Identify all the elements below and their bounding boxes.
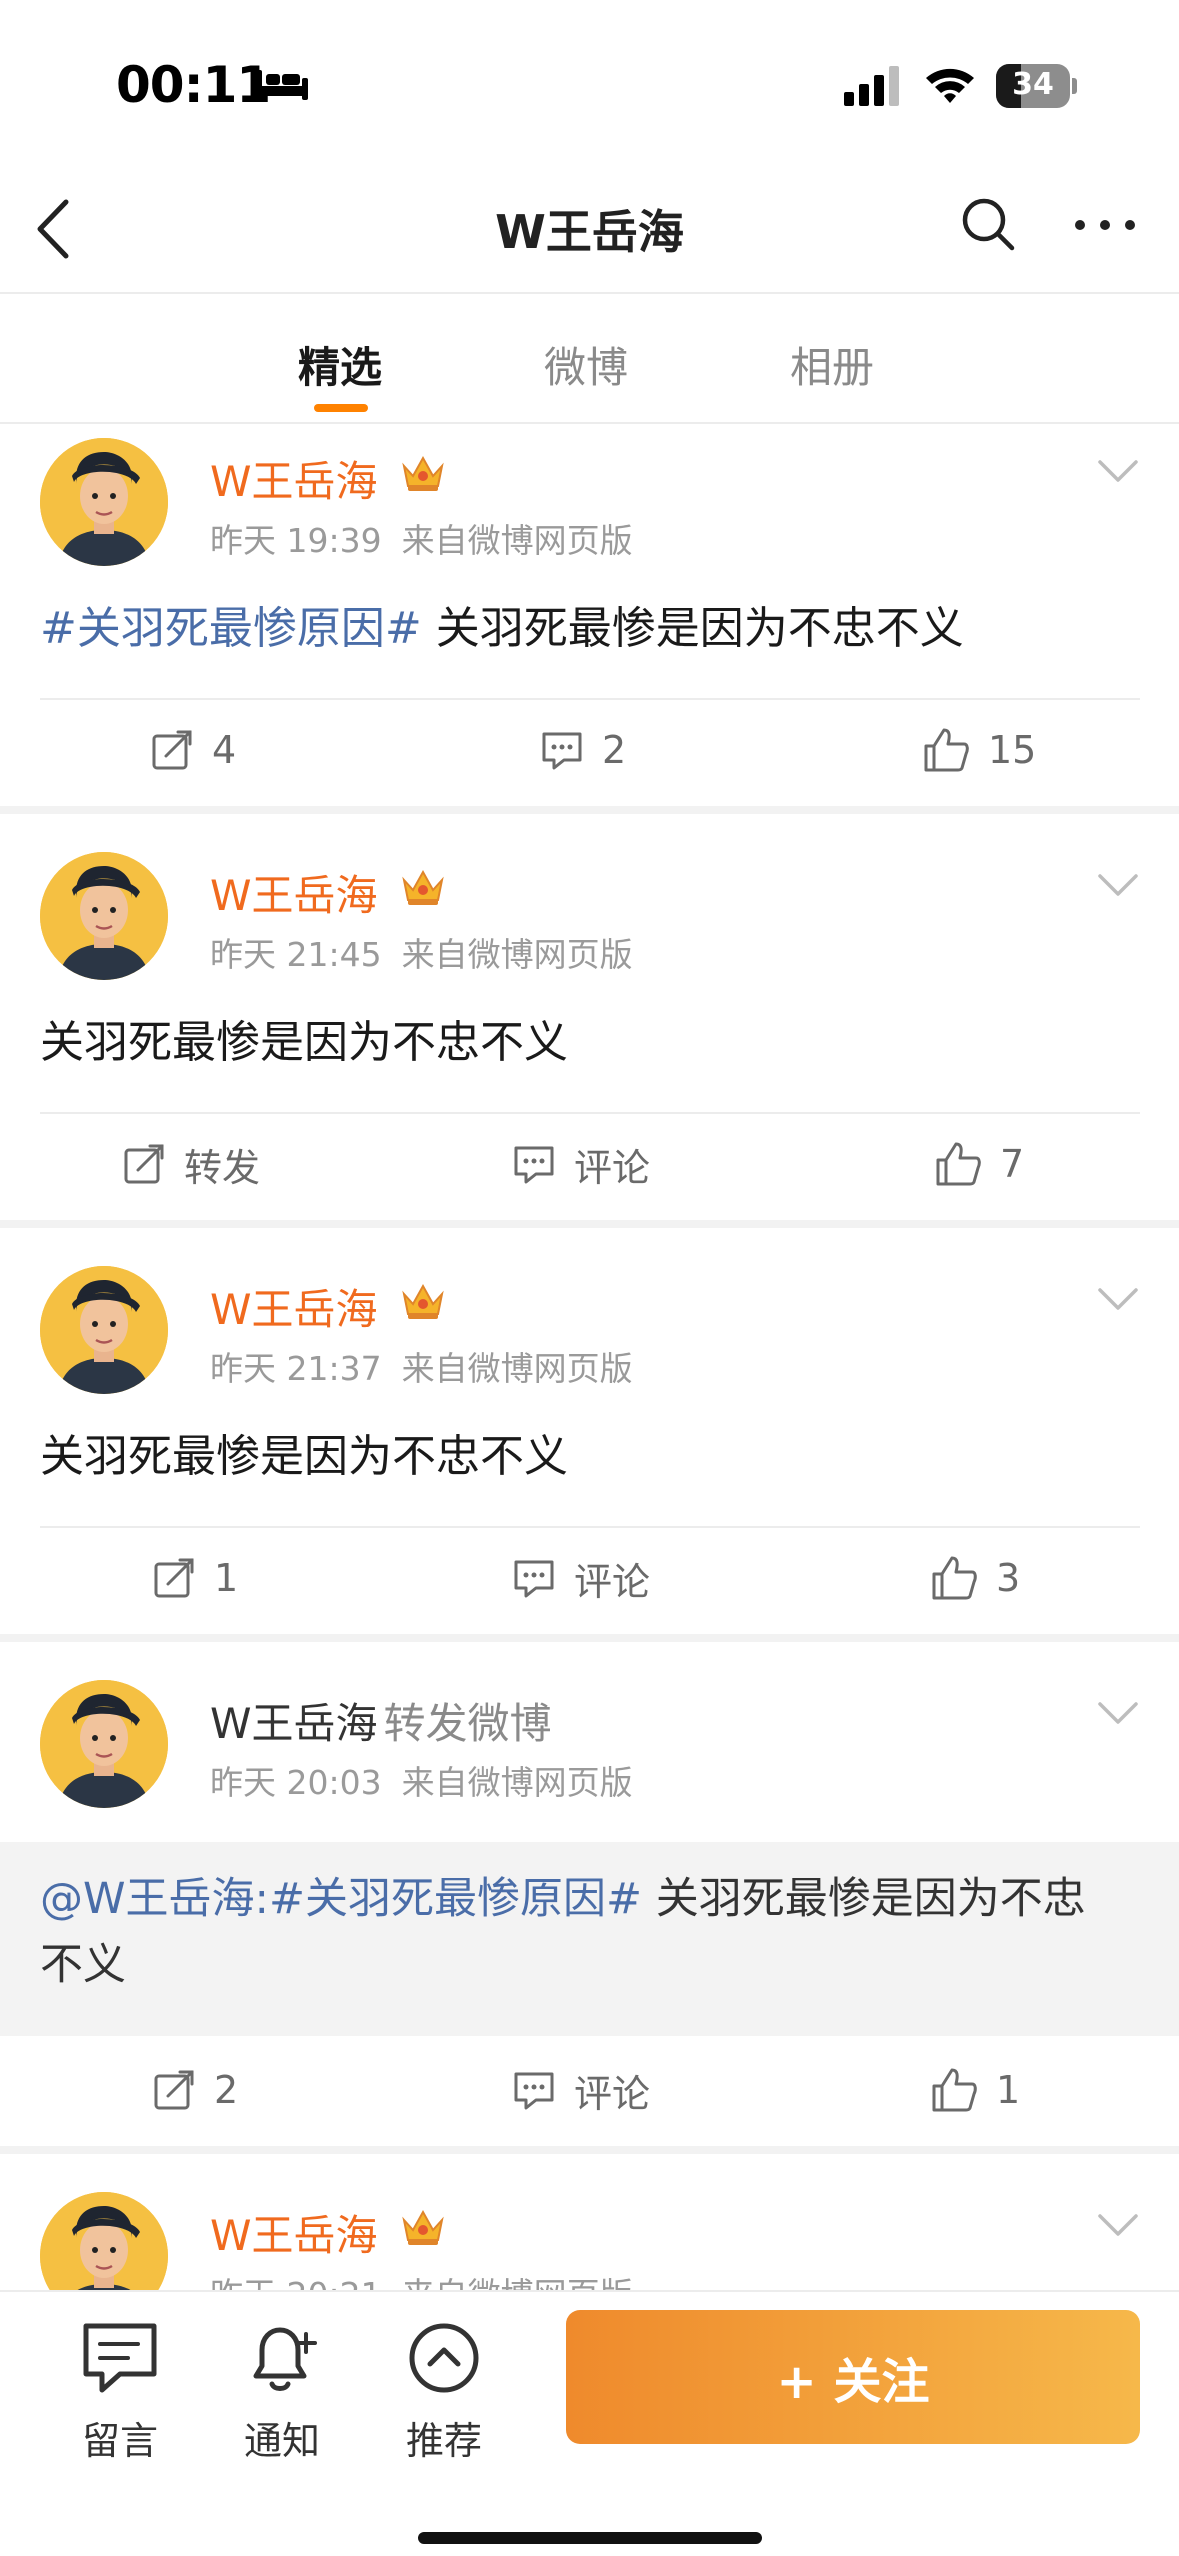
like-button[interactable]: 1 (930, 2058, 1020, 2122)
post-source: 来自微博网页版 (401, 1763, 633, 1802)
post-meta: 昨天 20:03 来自微博网页版 (210, 1756, 633, 1804)
crown-icon (402, 1283, 444, 1319)
username[interactable]: W王岳海 转发微博 (210, 1690, 552, 1751)
comment-button[interactable]: 评论 (512, 1132, 650, 1196)
post-card[interactable]: W王岳海 昨天 21:37 来自微博网页版 关羽死最惨是因为不忠不义 1 评论 3 (0, 1228, 1179, 1634)
bottom-toolbar: 留言 通知 推荐 + 关注 (0, 2290, 1179, 2556)
bed-icon (256, 70, 308, 100)
post-text: 关羽死最惨是因为不忠不义 (40, 1431, 568, 1482)
post-meta: 昨天 20:21 来自微博网页版 (210, 2268, 633, 2290)
more-options-icon[interactable] (1070, 210, 1140, 240)
quoted-post[interactable]: @W王岳海:#关羽死最惨原因# 关羽死最惨是因为不忠不义 (0, 1842, 1179, 2036)
message-icon (83, 2323, 157, 2393)
tab-featured[interactable]: 精选 (298, 334, 382, 395)
navigation-bar: W王岳海 (0, 150, 1179, 294)
comment-icon (514, 1560, 554, 1598)
like-button[interactable]: 7 (934, 1132, 1024, 1196)
post-card[interactable]: W王岳海 昨天 21:45 来自微博网页版 关羽死最惨是因为不忠不义 转发 评论 … (0, 814, 1179, 1220)
avatar[interactable] (40, 438, 168, 566)
avatar[interactable] (40, 2192, 168, 2290)
comment-icon (514, 2072, 554, 2110)
username[interactable]: W王岳海 (210, 1276, 378, 1337)
mention-link[interactable]: @W王岳海: (40, 1874, 269, 1924)
post-source: 来自微博网页版 (402, 2275, 633, 2290)
post-card[interactable]: W王岳海 昨天 19:39 来自微博网页版 #关羽死最惨原因# 关羽死最惨是因为不… (0, 424, 1179, 806)
post-time: 昨天 21:45 (210, 935, 382, 974)
username[interactable]: W王岳海 (210, 448, 378, 509)
post-meta: 昨天 21:37 来自微博网页版 (210, 1342, 633, 1390)
avatar[interactable] (40, 852, 168, 980)
tab-weibo[interactable]: 微博 (544, 334, 628, 395)
repost-button[interactable]: 1 (152, 1546, 238, 1610)
post-text: 关羽死最惨是因为不忠不义 (40, 1017, 568, 1068)
like-button[interactable]: 15 (922, 718, 1036, 782)
post-source: 来自微博网页版 (401, 935, 633, 974)
comment-icon (542, 732, 582, 770)
like-icon (936, 1142, 981, 1186)
like-icon (932, 1556, 977, 1600)
chevron-down-icon[interactable] (1096, 872, 1140, 898)
post-source: 来自微博网页版 (401, 521, 633, 560)
post-time: 昨天 19:39 (210, 521, 382, 560)
repost-icon (154, 1558, 194, 1598)
search-icon[interactable] (958, 194, 1018, 254)
topic-link[interactable]: #关羽死最惨原因# (269, 1874, 642, 1924)
comment-icon (514, 1146, 554, 1184)
comment-button[interactable]: 2 (540, 718, 626, 782)
crown-icon (402, 2209, 444, 2245)
repost-icon (124, 1144, 164, 1184)
post-time: 昨天 20:21 (210, 2275, 382, 2290)
post-feed[interactable]: W王岳海 昨天 19:39 来自微博网页版 #关羽死最惨原因# 关羽死最惨是因为不… (0, 424, 1179, 2290)
chevron-down-icon[interactable] (1096, 1700, 1140, 1726)
post-time: 昨天 20:03 (210, 1763, 382, 1802)
bell-plus-icon (253, 2327, 317, 2391)
crown-icon (402, 455, 444, 491)
topic-link[interactable]: #关羽死最惨原因# (40, 603, 422, 654)
tab-album[interactable]: 相册 (790, 334, 874, 395)
post-card[interactable]: W王岳海 昨天 20:21 来自微博网页版 (0, 2154, 1179, 2290)
crown-icon (402, 869, 444, 905)
like-icon (932, 2068, 977, 2112)
home-indicator (418, 2532, 762, 2544)
repost-button[interactable]: 4 (150, 718, 236, 782)
post-meta: 昨天 19:39 来自微博网页版 (210, 514, 633, 562)
profile-tabs: 精选 微博 相册 (0, 296, 1179, 424)
post-time: 昨天 21:37 (210, 1349, 382, 1388)
post-text: #关羽死最惨原因# 关羽死最惨是因为不忠不义 (40, 603, 964, 654)
like-button[interactable]: 3 (930, 1546, 1020, 1610)
repost-icon (152, 730, 192, 770)
username[interactable]: W王岳海 (210, 2202, 378, 2263)
comment-button[interactable]: 评论 (512, 1546, 650, 1610)
repost-icon (154, 2070, 194, 2110)
comment-button[interactable]: 评论 (512, 2058, 650, 2122)
active-tab-indicator (314, 404, 368, 412)
chevron-down-icon[interactable] (1096, 2212, 1140, 2238)
repost-button[interactable]: 转发 (122, 1132, 260, 1196)
follow-button[interactable]: + 关注 (566, 2310, 1140, 2444)
chevron-up-circle-icon (409, 2323, 479, 2393)
repost-button[interactable]: 2 (152, 2058, 238, 2122)
repost-tag: 转发微博 (383, 1699, 552, 1748)
status-time: 00:11 (116, 56, 271, 114)
avatar[interactable] (40, 1680, 168, 1808)
wifi-icon (926, 68, 974, 103)
post-meta: 昨天 21:45 来自微博网页版 (210, 928, 633, 976)
avatar[interactable] (40, 1266, 168, 1394)
chevron-down-icon[interactable] (1096, 458, 1140, 484)
status-bar: 00:11 34 (0, 0, 1179, 150)
username[interactable]: W王岳海 (210, 862, 378, 923)
battery-percent: 34 (1012, 67, 1054, 102)
post-card[interactable]: W王岳海 转发微博 昨天 20:03 来自微博网页版 @W王岳海:#关羽死最惨原因#… (0, 1642, 1179, 2146)
quoted-post-text: @W王岳海:#关羽死最惨原因# 关羽死最惨是因为不忠不义 (40, 1874, 1086, 1990)
chevron-down-icon[interactable] (1096, 1286, 1140, 1312)
post-source: 来自微博网页版 (401, 1349, 633, 1388)
like-icon (924, 728, 969, 772)
battery-indicator: 34 (996, 64, 1077, 108)
signal-icon (844, 66, 899, 106)
